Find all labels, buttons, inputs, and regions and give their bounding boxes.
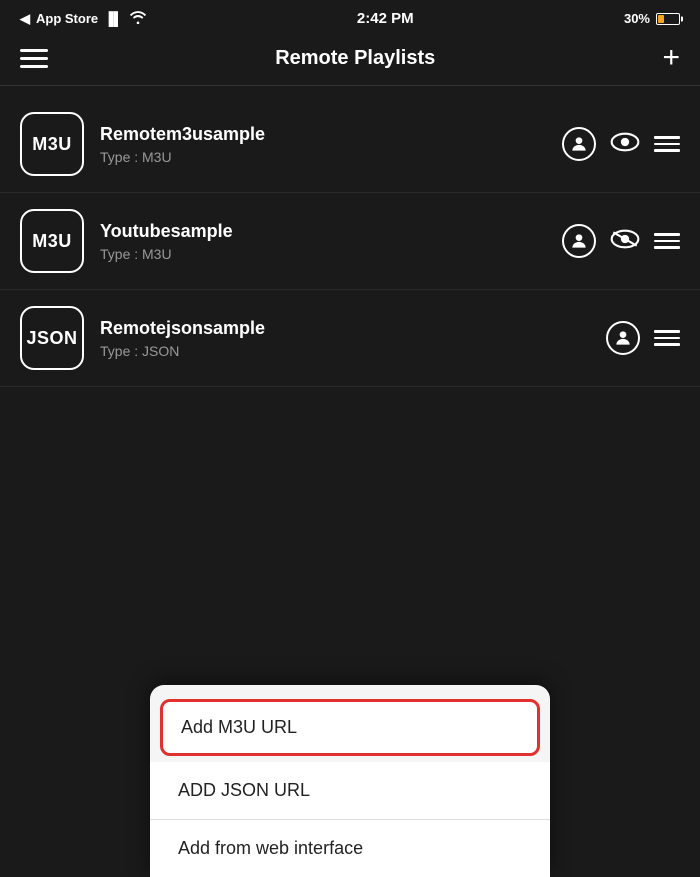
- person-icon-3[interactable]: [606, 321, 640, 355]
- playlist-info-1: Remotem3usample Type : M3U: [100, 124, 546, 165]
- list-item: M3U Youtubesample Type : M3U: [0, 193, 700, 290]
- playlist-type-3: Type : JSON: [100, 343, 590, 359]
- add-button[interactable]: +: [662, 43, 680, 73]
- person-icon-1[interactable]: [562, 127, 596, 161]
- dropdown-menu: Add M3U URL ADD JSON URL Add from web in…: [150, 685, 550, 877]
- playlist-name-3: Remotejsonsample: [100, 318, 590, 339]
- status-bar: ◀ App Store ▐▌ 2:42 PM 30%: [0, 0, 700, 35]
- status-left: ◀ App Store ▐▌: [20, 10, 147, 27]
- status-right: 30%: [624, 11, 680, 26]
- back-arrow-icon: ◀: [20, 11, 30, 27]
- playlist-name-2: Youtubesample: [100, 221, 546, 242]
- status-time: 2:42 PM: [357, 10, 414, 27]
- signal-icon: ▐▌: [104, 11, 122, 26]
- dropdown-item-add-m3u[interactable]: Add M3U URL: [160, 699, 540, 756]
- playlist-actions-3: [606, 321, 680, 355]
- list-item: M3U Remotem3usample Type : M3U: [0, 96, 700, 193]
- playlist-type-1: Type : M3U: [100, 149, 546, 165]
- playlist-type-2: Type : M3U: [100, 246, 546, 262]
- playlist-info-2: Youtubesample Type : M3U: [100, 221, 546, 262]
- eye-slashed-icon-2[interactable]: [610, 228, 640, 255]
- wifi-icon: [129, 10, 147, 27]
- page-title: Remote Playlists: [275, 47, 435, 70]
- playlist-name-1: Remotem3usample: [100, 124, 546, 145]
- playlist-list: M3U Remotem3usample Type : M3U: [0, 86, 700, 397]
- battery-percent-label: 30%: [624, 11, 650, 26]
- list-item: JSON Remotejsonsample Type : JSON: [0, 290, 700, 387]
- m3u-badge-2: M3U: [20, 209, 84, 273]
- dropdown-item-add-json[interactable]: ADD JSON URL: [150, 762, 550, 820]
- reorder-icon-3[interactable]: [654, 330, 680, 346]
- hamburger-menu-button[interactable]: [20, 49, 48, 68]
- eye-icon-1[interactable]: [610, 131, 640, 158]
- carrier-label: App Store: [36, 11, 98, 26]
- person-icon-2[interactable]: [562, 224, 596, 258]
- reorder-icon-2[interactable]: [654, 233, 680, 249]
- dropdown-item-add-web[interactable]: Add from web interface: [150, 820, 550, 877]
- reorder-icon-1[interactable]: [654, 136, 680, 152]
- playlist-info-3: Remotejsonsample Type : JSON: [100, 318, 590, 359]
- m3u-badge-1: M3U: [20, 112, 84, 176]
- playlist-actions-2: [562, 224, 680, 258]
- json-badge-3: JSON: [20, 306, 84, 370]
- playlist-actions-1: [562, 127, 680, 161]
- nav-bar: Remote Playlists +: [0, 35, 700, 86]
- battery-icon: [656, 13, 680, 25]
